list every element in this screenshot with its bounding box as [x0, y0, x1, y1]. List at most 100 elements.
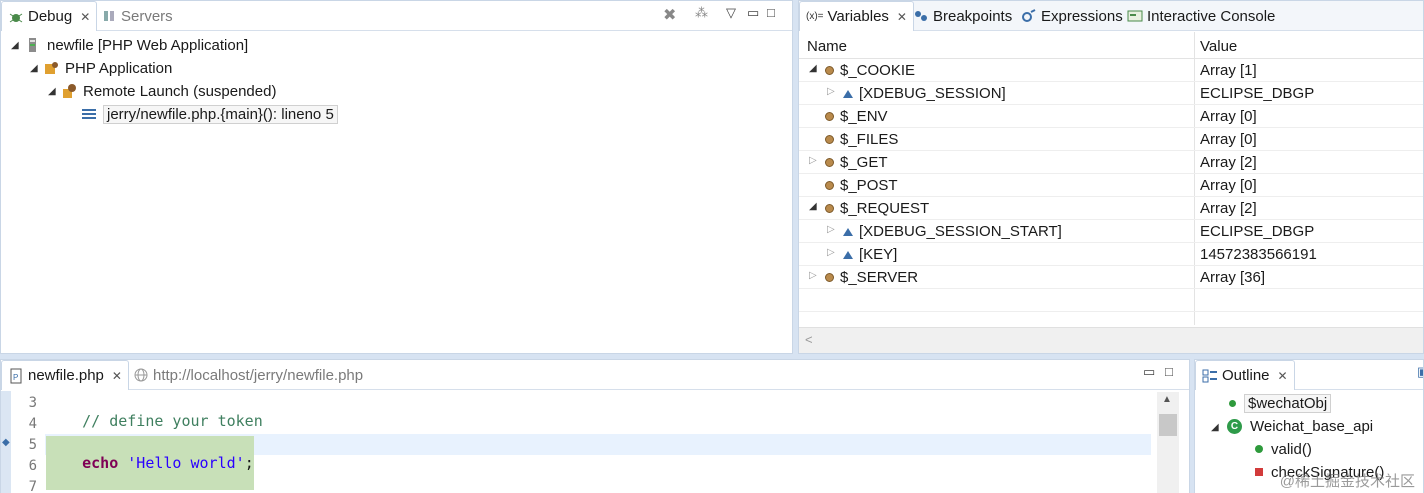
table-row[interactable]: ▷ [KEY] 14572383566191 [799, 243, 1423, 266]
variable-name: $_ENV [840, 108, 888, 125]
tab-breakpoints[interactable]: Breakpoints [907, 1, 1018, 31]
editor-vertical-scrollbar[interactable]: ▲ [1157, 392, 1179, 493]
variable-name: [XDEBUG_SESSION_START] [859, 223, 1062, 240]
static-variable-icon [825, 158, 834, 167]
variable-value: Array [2] [1200, 200, 1257, 217]
table-row[interactable]: ◢ $_REQUEST Array [2] [799, 197, 1423, 220]
tab-servers[interactable]: Servers [95, 1, 179, 31]
line-number: 4 [28, 416, 37, 432]
table-row[interactable]: ▷ [XDEBUG_SESSION_START] ECLIPSE_DBGP [799, 220, 1423, 243]
expand-icon[interactable]: ▷ [809, 155, 817, 166]
variable-value: ECLIPSE_DBGP [1200, 223, 1315, 240]
expand-remote-icon[interactable]: ◢ [48, 86, 56, 97]
scroll-left-icon[interactable]: < [805, 332, 813, 347]
svg-text:P: P [13, 373, 18, 382]
variable-value: Array [0] [1200, 131, 1257, 148]
debug-tabbar: Debug ✕ Servers ✖ ⁂ ▽ ▭ □ [1, 1, 792, 31]
variable-name: $_POST [840, 177, 898, 194]
horizontal-scrollbar[interactable]: < [799, 327, 1423, 353]
console-icon [1127, 8, 1143, 24]
table-row[interactable]: $_FILES Array [0] [799, 128, 1423, 151]
variable-name-cell: $_GET [825, 154, 888, 171]
static-variable-icon [825, 204, 834, 213]
static-variable-icon [825, 66, 834, 75]
code-line-echo[interactable]: echo 'Hello world'; [46, 436, 254, 490]
variable-name-cell: $_COOKIE [825, 62, 915, 79]
tab-interactive-console[interactable]: Interactive Console [1121, 1, 1281, 31]
close-icon[interactable]: ✕ [1278, 369, 1288, 383]
table-row[interactable]: ▷ $_GET Array [2] [799, 151, 1423, 174]
tree-item-launch[interactable]: newfile [PHP Web Application] [25, 34, 248, 56]
tab-newfile-php-label: newfile.php [28, 367, 104, 384]
outline-item-method-valid[interactable]: valid() [1255, 438, 1312, 460]
array-key-icon [843, 227, 853, 236]
collapse-icon[interactable]: ◢ [809, 201, 817, 212]
tab-interactive-console-label: Interactive Console [1147, 7, 1276, 25]
globe-icon [133, 367, 149, 383]
tab-outline[interactable]: Outline ✕ [1195, 360, 1295, 390]
outline-item-method-valid-label: valid() [1271, 440, 1312, 458]
maximize-icon[interactable]: □ [1165, 364, 1173, 379]
stack-frame-icon [81, 106, 97, 122]
column-name-header[interactable]: Name [807, 38, 847, 55]
variables-icon: (x)= [806, 11, 824, 22]
outline-item-variable[interactable]: $wechatObj [1229, 392, 1332, 414]
close-icon[interactable]: ✕ [80, 10, 90, 24]
expand-icon[interactable]: ▷ [809, 270, 817, 281]
outline-view: Outline ✕ ▣ $wechatObj ◢ C Weichat_base_… [1194, 359, 1424, 493]
outline-toolbar-icon[interactable]: ▣ [1417, 364, 1423, 380]
tab-newfile-php[interactable]: P newfile.php ✕ [1, 360, 129, 390]
outline-item-class-label: Weichat_base_api [1250, 417, 1374, 435]
tree-item-stack-frame[interactable]: jerry/newfile.php.{main}(): lineno 5 [81, 103, 338, 125]
current-instruction-pointer-icon: ◆ [2, 437, 10, 448]
expand-icon[interactable]: ▷ [827, 247, 835, 258]
tab-expressions[interactable]: Expressions [1015, 1, 1129, 31]
table-row[interactable]: ▷ $_SERVER Array [36] [799, 266, 1423, 289]
view-menu-icon[interactable]: ▽ [726, 5, 736, 21]
remove-terminated-icon[interactable]: ✖ [663, 5, 676, 25]
close-icon[interactable]: ✕ [897, 10, 907, 24]
variable-name-cell: $_FILES [825, 131, 898, 148]
variable-name-cell: $_SERVER [825, 269, 918, 286]
debug-view: Debug ✕ Servers ✖ ⁂ ▽ ▭ □ ◢ newfile [PHP… [0, 0, 793, 354]
minimize-icon[interactable]: ▭ [747, 5, 759, 21]
line-number: 7 [28, 479, 37, 493]
collapse-icon[interactable]: ◢ [809, 63, 817, 74]
tab-debug[interactable]: Debug ✕ [1, 1, 98, 31]
tab-browser-url-label: http://localhost/jerry/newfile.php [153, 366, 364, 384]
servers-icon [101, 8, 117, 24]
tab-variables[interactable]: (x)= Variables ✕ [799, 1, 914, 31]
minimize-icon[interactable]: ▭ [1143, 364, 1155, 380]
expand-app-icon[interactable]: ◢ [30, 63, 38, 74]
tree-item-remote-launch[interactable]: Remote Launch (suspended) [61, 80, 276, 102]
scroll-up-icon[interactable]: ▲ [1162, 394, 1172, 405]
expand-icon[interactable]: ▷ [827, 224, 835, 235]
close-icon[interactable]: ✕ [112, 369, 122, 383]
expand-launch-icon[interactable]: ◢ [11, 40, 19, 51]
maximize-icon[interactable]: □ [767, 5, 775, 20]
expand-icon[interactable]: ▷ [827, 86, 835, 97]
tree-item-php-application[interactable]: PHP Application [43, 57, 172, 79]
column-value-header[interactable]: Value [1200, 38, 1237, 55]
tab-browser-url[interactable]: http://localhost/jerry/newfile.php [127, 360, 369, 390]
array-key-icon [843, 89, 853, 98]
variable-value: 14572383566191 [1200, 246, 1317, 263]
outline-item-variable-label: $wechatObj [1244, 393, 1332, 413]
table-row[interactable]: ◢ $_COOKIE Array [1] [799, 59, 1423, 82]
static-variable-icon [825, 273, 834, 282]
static-variable-icon [825, 112, 834, 121]
tab-outline-label: Outline [1222, 367, 1270, 384]
variable-value: ECLIPSE_DBGP [1200, 85, 1315, 102]
variable-name: $_REQUEST [840, 200, 930, 217]
class-icon: C [1227, 418, 1242, 434]
outline-item-class[interactable]: C Weichat_base_api [1227, 415, 1373, 437]
variable-name: $_FILES [840, 131, 899, 148]
table-row[interactable]: ▷ [XDEBUG_SESSION] ECLIPSE_DBGP [799, 82, 1423, 105]
static-variable-icon [825, 181, 834, 190]
table-row[interactable]: $_POST Array [0] [799, 174, 1423, 197]
debug-options-icon[interactable]: ⁂ [695, 5, 708, 21]
scroll-thumb[interactable] [1159, 414, 1177, 436]
outline-tabbar: Outline ✕ ▣ [1195, 360, 1423, 390]
table-row[interactable]: $_ENV Array [0] [799, 105, 1423, 128]
expand-class-icon[interactable]: ◢ [1211, 422, 1219, 433]
